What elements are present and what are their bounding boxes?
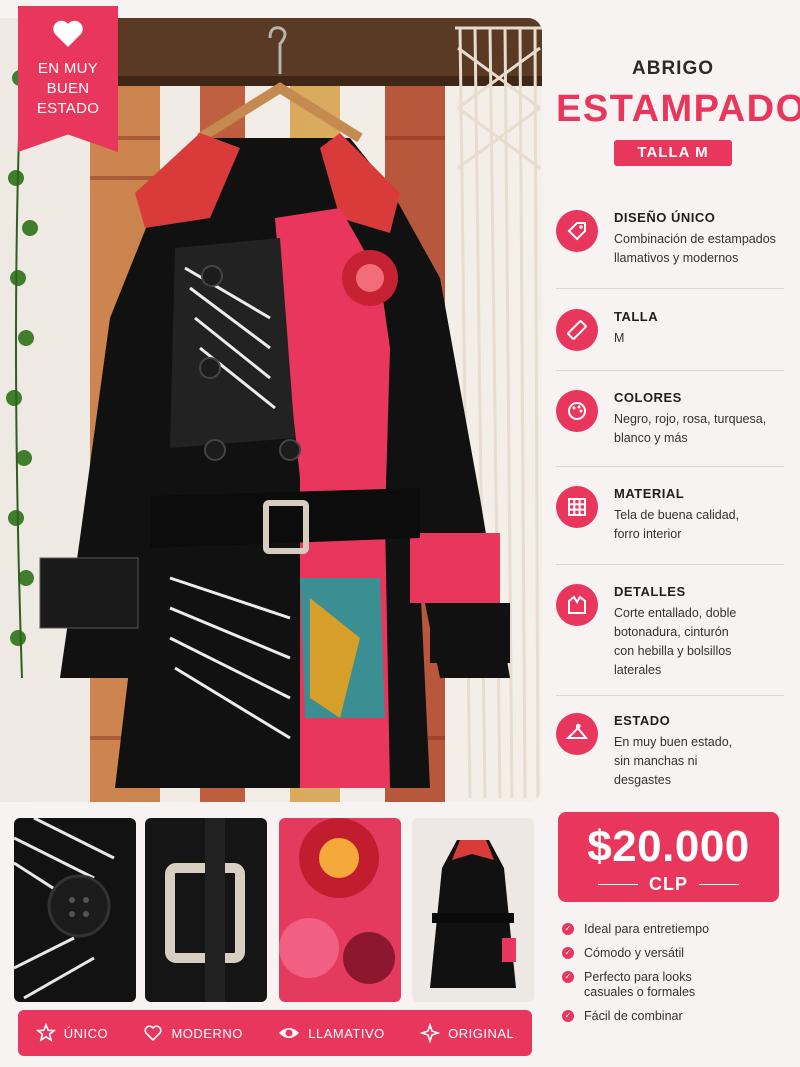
divider	[556, 695, 784, 696]
list-item: ✓ Ideal para entretiempo	[562, 922, 782, 937]
feature-desc: Corte entallado, doble botonadura, cintur…	[614, 606, 737, 677]
tag-bar: ÚNICO MODERNO LLAMATIVO ORIGINAL	[18, 1010, 532, 1056]
divider	[556, 564, 784, 565]
check-icon: ✓	[562, 971, 574, 983]
divider	[556, 370, 784, 371]
thumbnail-button-detail[interactable]	[14, 818, 136, 1002]
feature-details: DETALLES Corte entallado, doble botonadur…	[556, 584, 786, 680]
feature-desc: Tela de buena calidad, forro interior	[614, 508, 740, 541]
divider	[556, 288, 784, 289]
feature-size: TALLA M	[556, 309, 786, 351]
price-amount: $20.000	[587, 822, 750, 871]
check-icon: ✓	[562, 923, 574, 935]
thumbnail-print-detail[interactable]	[279, 818, 401, 1002]
feature-title: TALLA	[614, 309, 659, 324]
feature-condition: ESTADO En muy buen estado, sin manchas ni…	[556, 713, 786, 790]
feature-title: DETALLES	[614, 584, 686, 599]
feature-desc: M	[614, 331, 625, 345]
heart-icon	[53, 20, 83, 47]
feature-title: MATERIAL	[614, 486, 685, 501]
tag-original: ORIGINAL	[420, 1023, 514, 1043]
list-item: ✓ Perfecto para looks casuales o formales	[562, 970, 782, 1000]
feature-title: DISEÑO ÚNICO	[614, 210, 716, 225]
price-box: $20.000 CLP	[558, 812, 779, 902]
feature-desc: Combinación de estampados llamativos y mo…	[614, 232, 776, 265]
feature-desc: En muy buen estado, sin manchas ni desgast…	[614, 735, 733, 787]
check-icon: ✓	[562, 1010, 574, 1022]
product-title: ESTAMPADO	[556, 88, 800, 130]
palette-icon	[556, 390, 598, 432]
eye-icon	[279, 1028, 300, 1038]
check-icon: ✓	[562, 947, 574, 959]
price-currency: CLP	[558, 874, 779, 895]
feature-colors: COLORES Negro, rojo, rosa, turquesa, blan…	[556, 390, 786, 448]
fabric-grid-icon	[556, 486, 598, 528]
coat-icon	[556, 584, 598, 626]
feature-title: ESTADO	[614, 713, 671, 728]
benefits-list: ✓ Ideal para entretiempo ✓ Cómodo y versát…	[562, 922, 782, 1033]
tag-striking: LLAMATIVO	[278, 1023, 385, 1043]
heart-icon	[144, 1025, 163, 1042]
feature-title: COLORES	[614, 390, 682, 405]
sparkle-icon	[420, 1023, 441, 1043]
size-pill: TALLA M	[614, 140, 732, 166]
badge-text: EN MUY BUEN ESTADO	[36, 60, 100, 117]
condition-badge: EN MUY BUEN ESTADO	[18, 6, 118, 152]
product-type: ABRIGO	[632, 58, 714, 79]
hanger-icon	[556, 713, 598, 755]
divider	[556, 466, 784, 467]
star-icon	[35, 1023, 56, 1042]
ruler-icon	[556, 309, 598, 351]
list-item: ✓ Cómodo y versátil	[562, 946, 782, 961]
tag-icon	[556, 210, 598, 252]
feature-material: MATERIAL Tela de buena calidad, forro int…	[556, 486, 786, 544]
tag-modern: MODERNO	[143, 1023, 242, 1043]
thumbnail-buckle-detail[interactable]	[145, 818, 267, 1002]
feature-design: DISEÑO ÚNICO Combinación de estampados ll…	[556, 210, 786, 268]
list-item: ✓ Fácil de combinar	[562, 1009, 782, 1024]
thumbnail-full-coat[interactable]	[412, 818, 534, 1002]
tag-unique: ÚNICO	[35, 1023, 108, 1043]
feature-desc: Negro, rojo, rosa, turquesa, blanco y más	[614, 412, 767, 445]
